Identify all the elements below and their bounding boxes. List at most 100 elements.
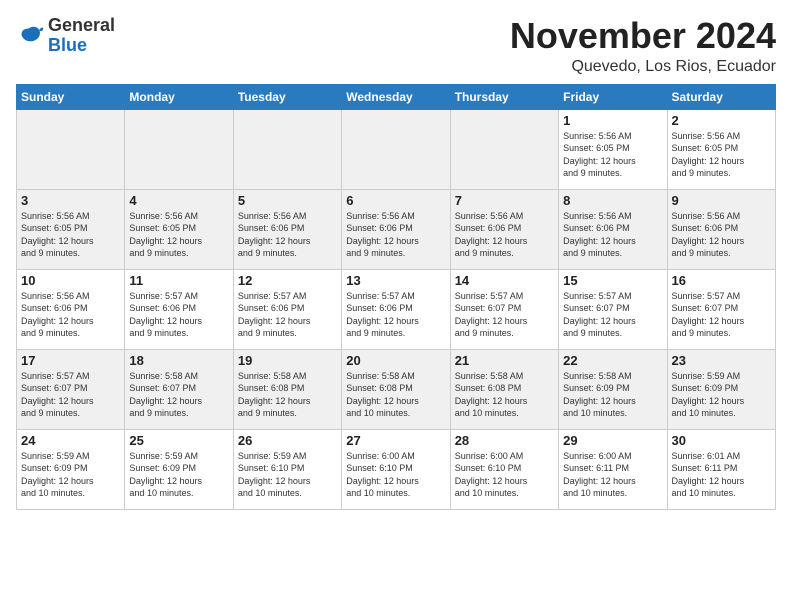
calendar-cell: 22 Sunrise: 5:58 AM Sunset: 6:09 PM Dayli… bbox=[559, 349, 667, 429]
logo-bird-icon bbox=[16, 22, 44, 50]
day-info: Sunrise: 5:58 AM Sunset: 6:09 PM Dayligh… bbox=[563, 370, 662, 420]
calendar-cell: 16 Sunrise: 5:57 AM Sunset: 6:07 PM Dayli… bbox=[667, 269, 775, 349]
day-info: Sunrise: 5:57 AM Sunset: 6:07 PM Dayligh… bbox=[455, 290, 554, 340]
day-number: 26 bbox=[238, 433, 337, 448]
day-number: 9 bbox=[672, 193, 771, 208]
calendar-cell: 26 Sunrise: 5:59 AM Sunset: 6:10 PM Dayli… bbox=[233, 429, 341, 509]
day-info: Sunrise: 5:57 AM Sunset: 6:07 PM Dayligh… bbox=[21, 370, 120, 420]
day-info: Sunrise: 5:57 AM Sunset: 6:06 PM Dayligh… bbox=[346, 290, 445, 340]
day-number: 23 bbox=[672, 353, 771, 368]
day-info: Sunrise: 5:57 AM Sunset: 6:06 PM Dayligh… bbox=[238, 290, 337, 340]
calendar-cell: 1 Sunrise: 5:56 AM Sunset: 6:05 PM Daylig… bbox=[559, 109, 667, 189]
location-subtitle: Quevedo, Los Rios, Ecuador bbox=[510, 58, 776, 76]
day-number: 18 bbox=[129, 353, 228, 368]
title-block: November 2024 Quevedo, Los Rios, Ecuador bbox=[510, 16, 776, 76]
calendar-week-row: 17 Sunrise: 5:57 AM Sunset: 6:07 PM Dayli… bbox=[17, 349, 776, 429]
day-number: 7 bbox=[455, 193, 554, 208]
day-number: 3 bbox=[21, 193, 120, 208]
calendar-cell: 19 Sunrise: 5:58 AM Sunset: 6:08 PM Dayli… bbox=[233, 349, 341, 429]
day-info: Sunrise: 5:57 AM Sunset: 6:07 PM Dayligh… bbox=[672, 290, 771, 340]
day-info: Sunrise: 5:58 AM Sunset: 6:08 PM Dayligh… bbox=[238, 370, 337, 420]
weekday-header: Friday bbox=[559, 84, 667, 109]
day-number: 28 bbox=[455, 433, 554, 448]
day-info: Sunrise: 5:59 AM Sunset: 6:09 PM Dayligh… bbox=[129, 450, 228, 500]
calendar-cell: 13 Sunrise: 5:57 AM Sunset: 6:06 PM Dayli… bbox=[342, 269, 450, 349]
day-info: Sunrise: 5:59 AM Sunset: 6:09 PM Dayligh… bbox=[21, 450, 120, 500]
day-number: 21 bbox=[455, 353, 554, 368]
calendar-table: SundayMondayTuesdayWednesdayThursdayFrid… bbox=[16, 84, 776, 510]
day-number: 2 bbox=[672, 113, 771, 128]
day-number: 13 bbox=[346, 273, 445, 288]
day-number: 1 bbox=[563, 113, 662, 128]
calendar-cell: 29Sunrise: 6:00 AM Sunset: 6:11 PM Dayli… bbox=[559, 429, 667, 509]
day-info: Sunrise: 5:57 AM Sunset: 6:07 PM Dayligh… bbox=[563, 290, 662, 340]
calendar-week-row: 24 Sunrise: 5:59 AM Sunset: 6:09 PM Dayli… bbox=[17, 429, 776, 509]
calendar-cell: 15 Sunrise: 5:57 AM Sunset: 6:07 PM Dayli… bbox=[559, 269, 667, 349]
calendar-cell bbox=[233, 109, 341, 189]
calendar-cell: 27Sunrise: 6:00 AM Sunset: 6:10 PM Dayli… bbox=[342, 429, 450, 509]
calendar-cell: 14 Sunrise: 5:57 AM Sunset: 6:07 PM Dayli… bbox=[450, 269, 558, 349]
calendar-cell: 17 Sunrise: 5:57 AM Sunset: 6:07 PM Dayli… bbox=[17, 349, 125, 429]
day-info: Sunrise: 5:56 AM Sunset: 6:06 PM Dayligh… bbox=[672, 210, 771, 260]
month-year-title: November 2024 bbox=[510, 16, 776, 56]
day-number: 17 bbox=[21, 353, 120, 368]
day-info: Sunrise: 5:59 AM Sunset: 6:10 PM Dayligh… bbox=[238, 450, 337, 500]
day-number: 15 bbox=[563, 273, 662, 288]
calendar-week-row: 3 Sunrise: 5:56 AM Sunset: 6:05 PM Daylig… bbox=[17, 189, 776, 269]
day-number: 25 bbox=[129, 433, 228, 448]
day-number: 29 bbox=[563, 433, 662, 448]
calendar-cell bbox=[450, 109, 558, 189]
day-number: 5 bbox=[238, 193, 337, 208]
calendar-cell bbox=[125, 109, 233, 189]
calendar-cell: 3 Sunrise: 5:56 AM Sunset: 6:05 PM Daylig… bbox=[17, 189, 125, 269]
calendar-cell: 10Sunrise: 5:56 AM Sunset: 6:06 PM Dayli… bbox=[17, 269, 125, 349]
day-number: 14 bbox=[455, 273, 554, 288]
day-info: Sunrise: 6:00 AM Sunset: 6:10 PM Dayligh… bbox=[346, 450, 445, 500]
calendar-cell: 11 Sunrise: 5:57 AM Sunset: 6:06 PM Dayli… bbox=[125, 269, 233, 349]
calendar-cell: 8 Sunrise: 5:56 AM Sunset: 6:06 PM Daylig… bbox=[559, 189, 667, 269]
logo-general-text: General bbox=[48, 15, 115, 35]
day-info: Sunrise: 5:57 AM Sunset: 6:06 PM Dayligh… bbox=[129, 290, 228, 340]
day-info: Sunrise: 5:56 AM Sunset: 6:05 PM Dayligh… bbox=[563, 130, 662, 180]
day-number: 19 bbox=[238, 353, 337, 368]
calendar-cell: 12 Sunrise: 5:57 AM Sunset: 6:06 PM Dayli… bbox=[233, 269, 341, 349]
weekday-header: Saturday bbox=[667, 84, 775, 109]
day-info: Sunrise: 5:58 AM Sunset: 6:08 PM Dayligh… bbox=[346, 370, 445, 420]
calendar-cell: 6 Sunrise: 5:56 AM Sunset: 6:06 PM Daylig… bbox=[342, 189, 450, 269]
day-info: Sunrise: 5:56 AM Sunset: 6:06 PM Dayligh… bbox=[346, 210, 445, 260]
day-number: 22 bbox=[563, 353, 662, 368]
day-number: 4 bbox=[129, 193, 228, 208]
calendar-cell: 25 Sunrise: 5:59 AM Sunset: 6:09 PM Dayli… bbox=[125, 429, 233, 509]
day-info: Sunrise: 5:56 AM Sunset: 6:06 PM Dayligh… bbox=[563, 210, 662, 260]
day-number: 16 bbox=[672, 273, 771, 288]
calendar-cell: 7Sunrise: 5:56 AM Sunset: 6:06 PM Daylig… bbox=[450, 189, 558, 269]
day-number: 8 bbox=[563, 193, 662, 208]
calendar-cell: 9 Sunrise: 5:56 AM Sunset: 6:06 PM Daylig… bbox=[667, 189, 775, 269]
weekday-header: Thursday bbox=[450, 84, 558, 109]
day-number: 12 bbox=[238, 273, 337, 288]
day-info: Sunrise: 6:00 AM Sunset: 6:10 PM Dayligh… bbox=[455, 450, 554, 500]
day-info: Sunrise: 5:58 AM Sunset: 6:07 PM Dayligh… bbox=[129, 370, 228, 420]
weekday-header: Sunday bbox=[17, 84, 125, 109]
logo-blue-text: Blue bbox=[48, 35, 87, 55]
day-number: 24 bbox=[21, 433, 120, 448]
day-number: 6 bbox=[346, 193, 445, 208]
day-info: Sunrise: 5:56 AM Sunset: 6:06 PM Dayligh… bbox=[238, 210, 337, 260]
day-info: Sunrise: 5:56 AM Sunset: 6:05 PM Dayligh… bbox=[21, 210, 120, 260]
calendar-cell: 21 Sunrise: 5:58 AM Sunset: 6:08 PM Dayli… bbox=[450, 349, 558, 429]
day-info: Sunrise: 5:56 AM Sunset: 6:06 PM Dayligh… bbox=[21, 290, 120, 340]
calendar-week-row: 1 Sunrise: 5:56 AM Sunset: 6:05 PM Daylig… bbox=[17, 109, 776, 189]
day-info: Sunrise: 5:56 AM Sunset: 6:05 PM Dayligh… bbox=[672, 130, 771, 180]
day-info: Sunrise: 5:58 AM Sunset: 6:08 PM Dayligh… bbox=[455, 370, 554, 420]
calendar-cell bbox=[17, 109, 125, 189]
calendar-cell: 20Sunrise: 5:58 AM Sunset: 6:08 PM Dayli… bbox=[342, 349, 450, 429]
weekday-header: Wednesday bbox=[342, 84, 450, 109]
calendar-cell: 2 Sunrise: 5:56 AM Sunset: 6:05 PM Daylig… bbox=[667, 109, 775, 189]
calendar-cell: 18 Sunrise: 5:58 AM Sunset: 6:07 PM Dayli… bbox=[125, 349, 233, 429]
day-number: 11 bbox=[129, 273, 228, 288]
calendar-week-row: 10Sunrise: 5:56 AM Sunset: 6:06 PM Dayli… bbox=[17, 269, 776, 349]
calendar-header-row: SundayMondayTuesdayWednesdayThursdayFrid… bbox=[17, 84, 776, 109]
day-info: Sunrise: 6:01 AM Sunset: 6:11 PM Dayligh… bbox=[672, 450, 771, 500]
day-info: Sunrise: 5:56 AM Sunset: 6:05 PM Dayligh… bbox=[129, 210, 228, 260]
calendar-cell: 5 Sunrise: 5:56 AM Sunset: 6:06 PM Daylig… bbox=[233, 189, 341, 269]
